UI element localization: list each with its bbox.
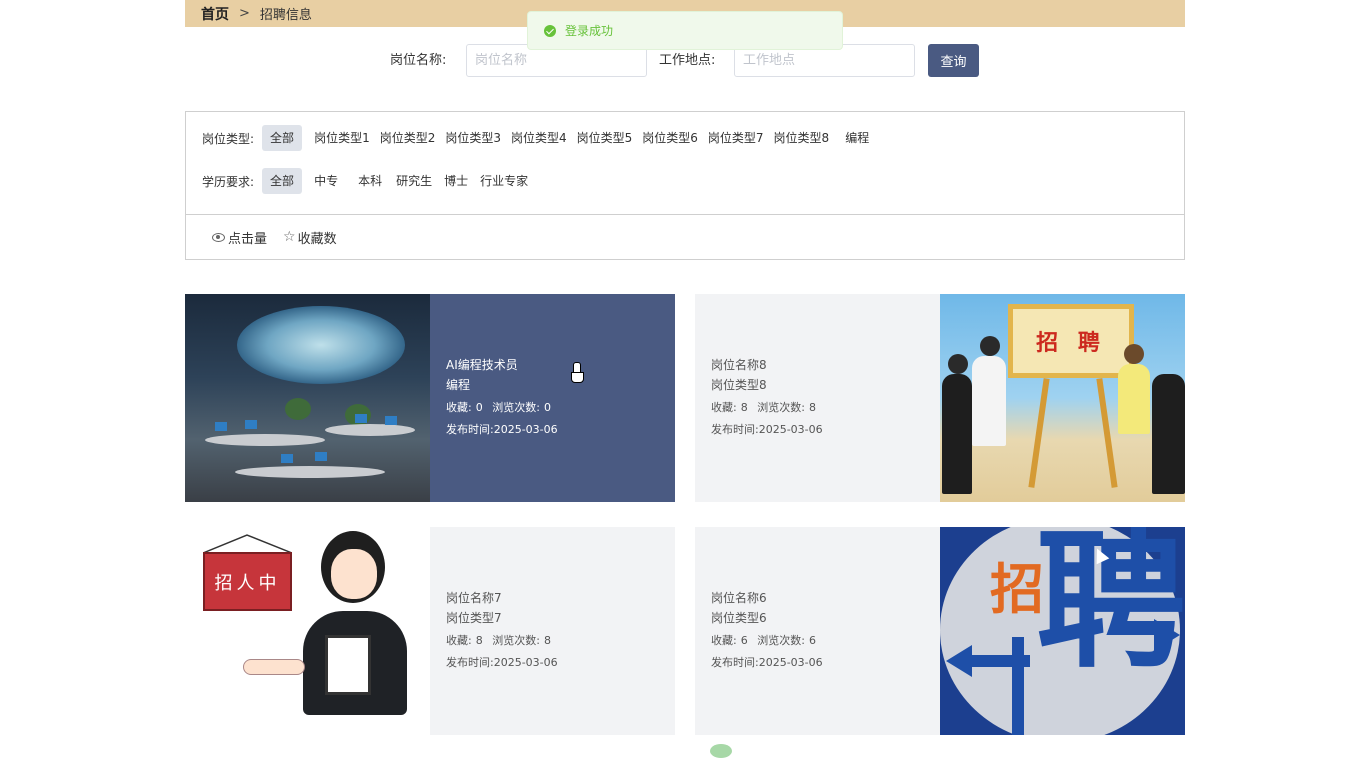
education-option[interactable]: 行业专家 — [472, 168, 536, 194]
job-title[interactable]: 岗位名称6 — [711, 588, 924, 608]
breadcrumb-current: 招聘信息 — [259, 8, 312, 23]
job-type: 岗位类型7 — [446, 611, 502, 625]
views-label: 浏览次数: — [757, 634, 805, 647]
job-type-option[interactable]: 岗位类型7 — [700, 125, 772, 151]
education-option[interactable]: 中专 — [306, 168, 346, 194]
success-toast: 登录成功 — [527, 11, 843, 50]
job-type: 编程 — [446, 378, 471, 392]
views-label: 浏览次数: — [492, 401, 540, 414]
fav-count: 8 — [475, 634, 483, 647]
views-count: 8 — [808, 401, 816, 414]
job-type-option[interactable]: 编程 — [837, 125, 877, 151]
breadcrumb-home-link[interactable]: 首页 — [201, 4, 229, 24]
date-label: 发布时间: — [711, 423, 759, 436]
job-card[interactable]: 岗位名称8 岗位类型8 收藏: 8 浏览次数: 8 发布时间:2025-03-06 … — [695, 294, 1185, 502]
job-type-label: 岗位类型: — [202, 131, 255, 146]
pin-char-text: 聘 — [1036, 527, 1185, 689]
breadcrumb-separator: > — [239, 6, 250, 21]
date-value: 2025-03-06 — [493, 656, 558, 669]
fav-label: 收藏: — [711, 634, 737, 647]
job-stats: 收藏: 6 浏览次数: 6 — [711, 630, 924, 652]
publish-date: 发布时间:2025-03-06 — [446, 652, 659, 674]
fav-count: 8 — [740, 401, 748, 414]
date-label: 发布时间: — [711, 656, 759, 669]
education-label: 学历要求: — [202, 174, 255, 189]
recruitment-board-icon: 招 聘 — [940, 294, 1185, 502]
filter-panel: 岗位类型: 全部 岗位类型1 岗位类型2 岗位类型3 岗位类型4 岗位类型5 岗… — [185, 111, 1185, 215]
job-type-option[interactable]: 岗位类型2 — [372, 125, 444, 151]
fav-label: 收藏: — [711, 401, 737, 414]
views-label: 浏览次数: — [492, 634, 540, 647]
job-card-info: 岗位名称8 岗位类型8 收藏: 8 浏览次数: 8 发布时间:2025-03-06 — [695, 294, 940, 502]
job-card[interactable]: 招人中 岗位名称7 岗位类型7 收藏: 8 浏览次数: 8 发布时间:2025-03… — [185, 527, 675, 735]
job-card[interactable]: AI编程技术员 编程 收藏: 0 浏览次数: 0 发布时间:2025-03-06 — [185, 294, 675, 502]
fav-label: 收藏: — [446, 634, 472, 647]
education-option[interactable]: 本科 — [350, 168, 390, 194]
sort-by-clicks[interactable]: 点击量 — [212, 228, 267, 247]
views-label: 浏览次数: — [757, 401, 805, 414]
job-type-option[interactable]: 岗位类型6 — [634, 125, 706, 151]
job-card-info: 岗位名称7 岗位类型7 收藏: 8 浏览次数: 8 发布时间:2025-03-06 — [430, 527, 675, 735]
job-card[interactable]: 岗位名称6 岗位类型6 收藏: 6 浏览次数: 6 发布时间:2025-03-06 … — [695, 527, 1185, 735]
pagination-indicator[interactable] — [710, 744, 732, 758]
job-card-info: AI编程技术员 编程 收藏: 0 浏览次数: 0 发布时间:2025-03-06 — [430, 294, 675, 502]
date-value: 2025-03-06 — [758, 423, 823, 436]
job-type-option[interactable]: 岗位类型5 — [569, 125, 641, 151]
views-count: 0 — [543, 401, 551, 414]
date-label: 发布时间: — [446, 423, 494, 436]
job-type-option-all[interactable]: 全部 — [262, 125, 303, 151]
check-circle-icon — [544, 24, 556, 37]
job-type-option[interactable]: 岗位类型3 — [437, 125, 509, 151]
zhao-char-text: 招 — [990, 558, 1044, 621]
fav-count: 6 — [740, 634, 748, 647]
sort-clicks-label: 点击量 — [228, 231, 268, 247]
job-type-filter: 岗位类型: 全部 岗位类型1 岗位类型2 岗位类型3 岗位类型4 岗位类型5 岗… — [202, 125, 871, 151]
date-value: 2025-03-06 — [758, 656, 823, 669]
job-type-option[interactable]: 岗位类型4 — [503, 125, 575, 151]
query-button[interactable]: 查询 — [928, 44, 979, 77]
toast-message: 登录成功 — [565, 24, 614, 38]
job-type-option[interactable]: 岗位类型1 — [306, 125, 378, 151]
job-stats: 收藏: 8 浏览次数: 8 — [711, 397, 924, 419]
sort-by-favorites[interactable]: ☆ 收藏数 — [283, 228, 337, 247]
job-type: 岗位类型8 — [711, 378, 767, 392]
job-title[interactable]: 岗位名称8 — [711, 355, 924, 375]
job-type-option[interactable]: 岗位类型8 — [766, 125, 838, 151]
education-option-all[interactable]: 全部 — [262, 168, 303, 194]
office-icon — [185, 294, 430, 502]
education-filter: 学历要求: 全部 中专 本科 研究生 博士 行业专家 — [202, 168, 530, 194]
fav-count: 0 — [475, 401, 483, 414]
publish-date: 发布时间:2025-03-06 — [711, 419, 924, 441]
education-option[interactable]: 研究生 — [388, 168, 440, 194]
hiring-sign-text: 招人中 — [203, 552, 292, 611]
job-card-info: 岗位名称6 岗位类型6 收藏: 6 浏览次数: 6 发布时间:2025-03-06 — [695, 527, 940, 735]
date-label: 发布时间: — [446, 656, 494, 669]
job-stats: 收藏: 0 浏览次数: 0 — [446, 397, 659, 419]
position-name-label: 岗位名称: — [390, 53, 447, 68]
eye-icon — [212, 232, 225, 242]
views-count: 6 — [808, 634, 816, 647]
sort-favorites-label: 收藏数 — [297, 231, 337, 247]
job-title[interactable]: 岗位名称7 — [446, 588, 659, 608]
job-stats: 收藏: 8 浏览次数: 8 — [446, 630, 659, 652]
views-count: 8 — [543, 634, 551, 647]
fav-label: 收藏: — [446, 401, 472, 414]
recruitment-board-text: 招 聘 — [1008, 304, 1134, 378]
job-title[interactable]: AI编程技术员 — [446, 355, 659, 375]
education-option[interactable]: 博士 — [436, 168, 476, 194]
publish-date: 发布时间:2025-03-06 — [711, 652, 924, 674]
date-value: 2025-03-06 — [493, 423, 558, 436]
sort-bar: 点击量 ☆ 收藏数 — [185, 214, 1185, 260]
publish-date: 发布时间:2025-03-06 — [446, 419, 659, 441]
hiring-person-icon: 招人中 — [185, 527, 430, 735]
job-type: 岗位类型6 — [711, 611, 767, 625]
star-icon: ☆ — [283, 229, 296, 245]
pin-character-icon: 聘 招 — [940, 527, 1185, 735]
